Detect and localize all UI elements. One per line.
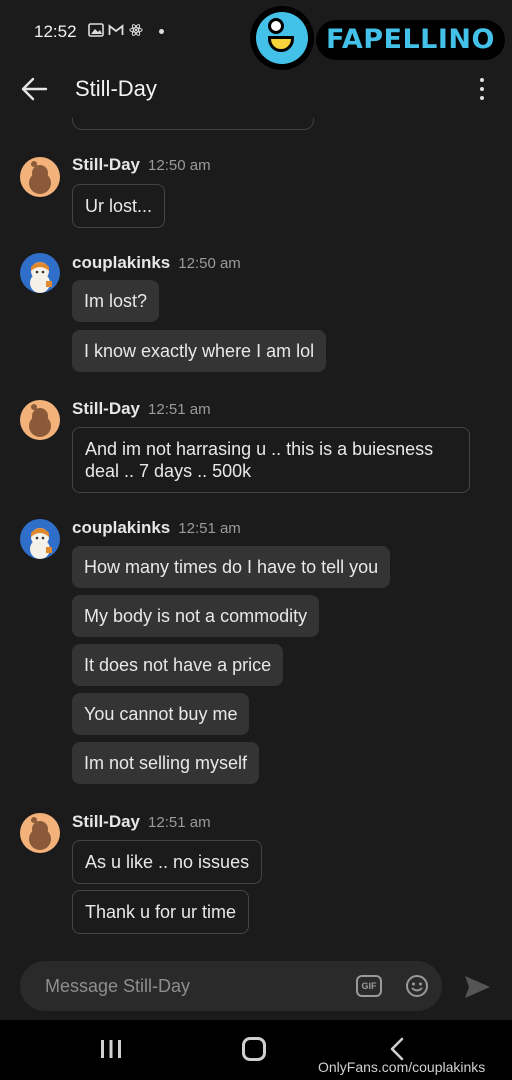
message-bubble[interactable]: My body is not a commodity [72, 595, 320, 637]
recent-apps-icon[interactable] [99, 1039, 123, 1059]
back-arrow-icon[interactable] [18, 74, 52, 104]
watermark-logo: FAPELLINO [250, 6, 505, 70]
react-app-icon [129, 24, 143, 36]
message-list[interactable]: Still-Day 12:50 am Ur lost... couplakinks… [0, 118, 512, 958]
home-icon[interactable] [242, 1037, 266, 1061]
message-bubble[interactable]: Im not selling myself [72, 742, 260, 784]
message-input[interactable] [20, 961, 340, 1011]
send-icon[interactable] [462, 972, 492, 1002]
message-bubble[interactable]: Ur lost... [72, 184, 166, 228]
message-timestamp: 12:50 am [178, 255, 241, 272]
avatar-couplakinks[interactable] [20, 519, 60, 559]
avatar-still-day[interactable] [20, 157, 60, 197]
gmail-icon [108, 24, 124, 35]
sender-name: Still-Day 12:50 am [72, 155, 211, 174]
notification-icons [88, 23, 144, 37]
snoo-avatar-icon [29, 404, 51, 437]
more-notifications-dot [159, 29, 164, 34]
snoo-avatar-icon [29, 817, 51, 850]
message-timestamp: 12:51 am [148, 814, 211, 831]
avatar-still-day[interactable] [20, 813, 60, 853]
status-time: 12:52 [34, 22, 77, 41]
overflow-menu-icon[interactable] [470, 76, 494, 102]
message-timestamp: 12:51 am [178, 520, 241, 537]
logo-mascot-icon [250, 6, 314, 70]
gif-button[interactable]: GIF [356, 975, 382, 997]
sender-name: Still-Day 12:51 am [72, 812, 211, 831]
sender-name: couplakinks 12:50 am [72, 253, 241, 272]
footer-watermark: OnlyFans.com/couplakinks [318, 1059, 486, 1075]
message-bubble[interactable]: I know exactly where I am lol [72, 330, 327, 372]
snoo-avatar-icon [30, 262, 52, 293]
snoo-avatar-icon [29, 161, 51, 194]
gallery-icon [88, 23, 104, 37]
chat-title: Still-Day [75, 76, 157, 101]
chat-header: Still-Day [0, 62, 512, 118]
message-timestamp: 12:50 am [148, 157, 211, 174]
message-timestamp: 12:51 am [148, 401, 211, 418]
avatar-couplakinks[interactable] [20, 253, 60, 293]
message-bubble[interactable]: And im not harrasing u .. this is a buie… [72, 427, 470, 493]
nav-back-icon[interactable] [388, 1037, 406, 1061]
message-bubble[interactable]: As u like .. no issues [72, 840, 263, 884]
previous-message-bubble [72, 118, 314, 130]
message-bubble[interactable]: You cannot buy me [72, 693, 250, 735]
message-bubble[interactable]: Thank u for ur time [72, 890, 250, 934]
sender-name: couplakinks 12:51 am [72, 518, 241, 537]
message-bubble[interactable]: How many times do I have to tell you [72, 546, 391, 588]
message-bubble[interactable]: It does not have a price [72, 644, 284, 686]
avatar-still-day[interactable] [20, 400, 60, 440]
message-bubble[interactable]: Im lost? [72, 280, 160, 322]
emoji-icon[interactable] [405, 974, 429, 998]
snoo-avatar-icon [30, 528, 52, 559]
message-composer: GIF [20, 961, 442, 1011]
sender-name: Still-Day 12:51 am [72, 399, 211, 418]
logo-wordmark: FAPELLINO [316, 20, 505, 60]
